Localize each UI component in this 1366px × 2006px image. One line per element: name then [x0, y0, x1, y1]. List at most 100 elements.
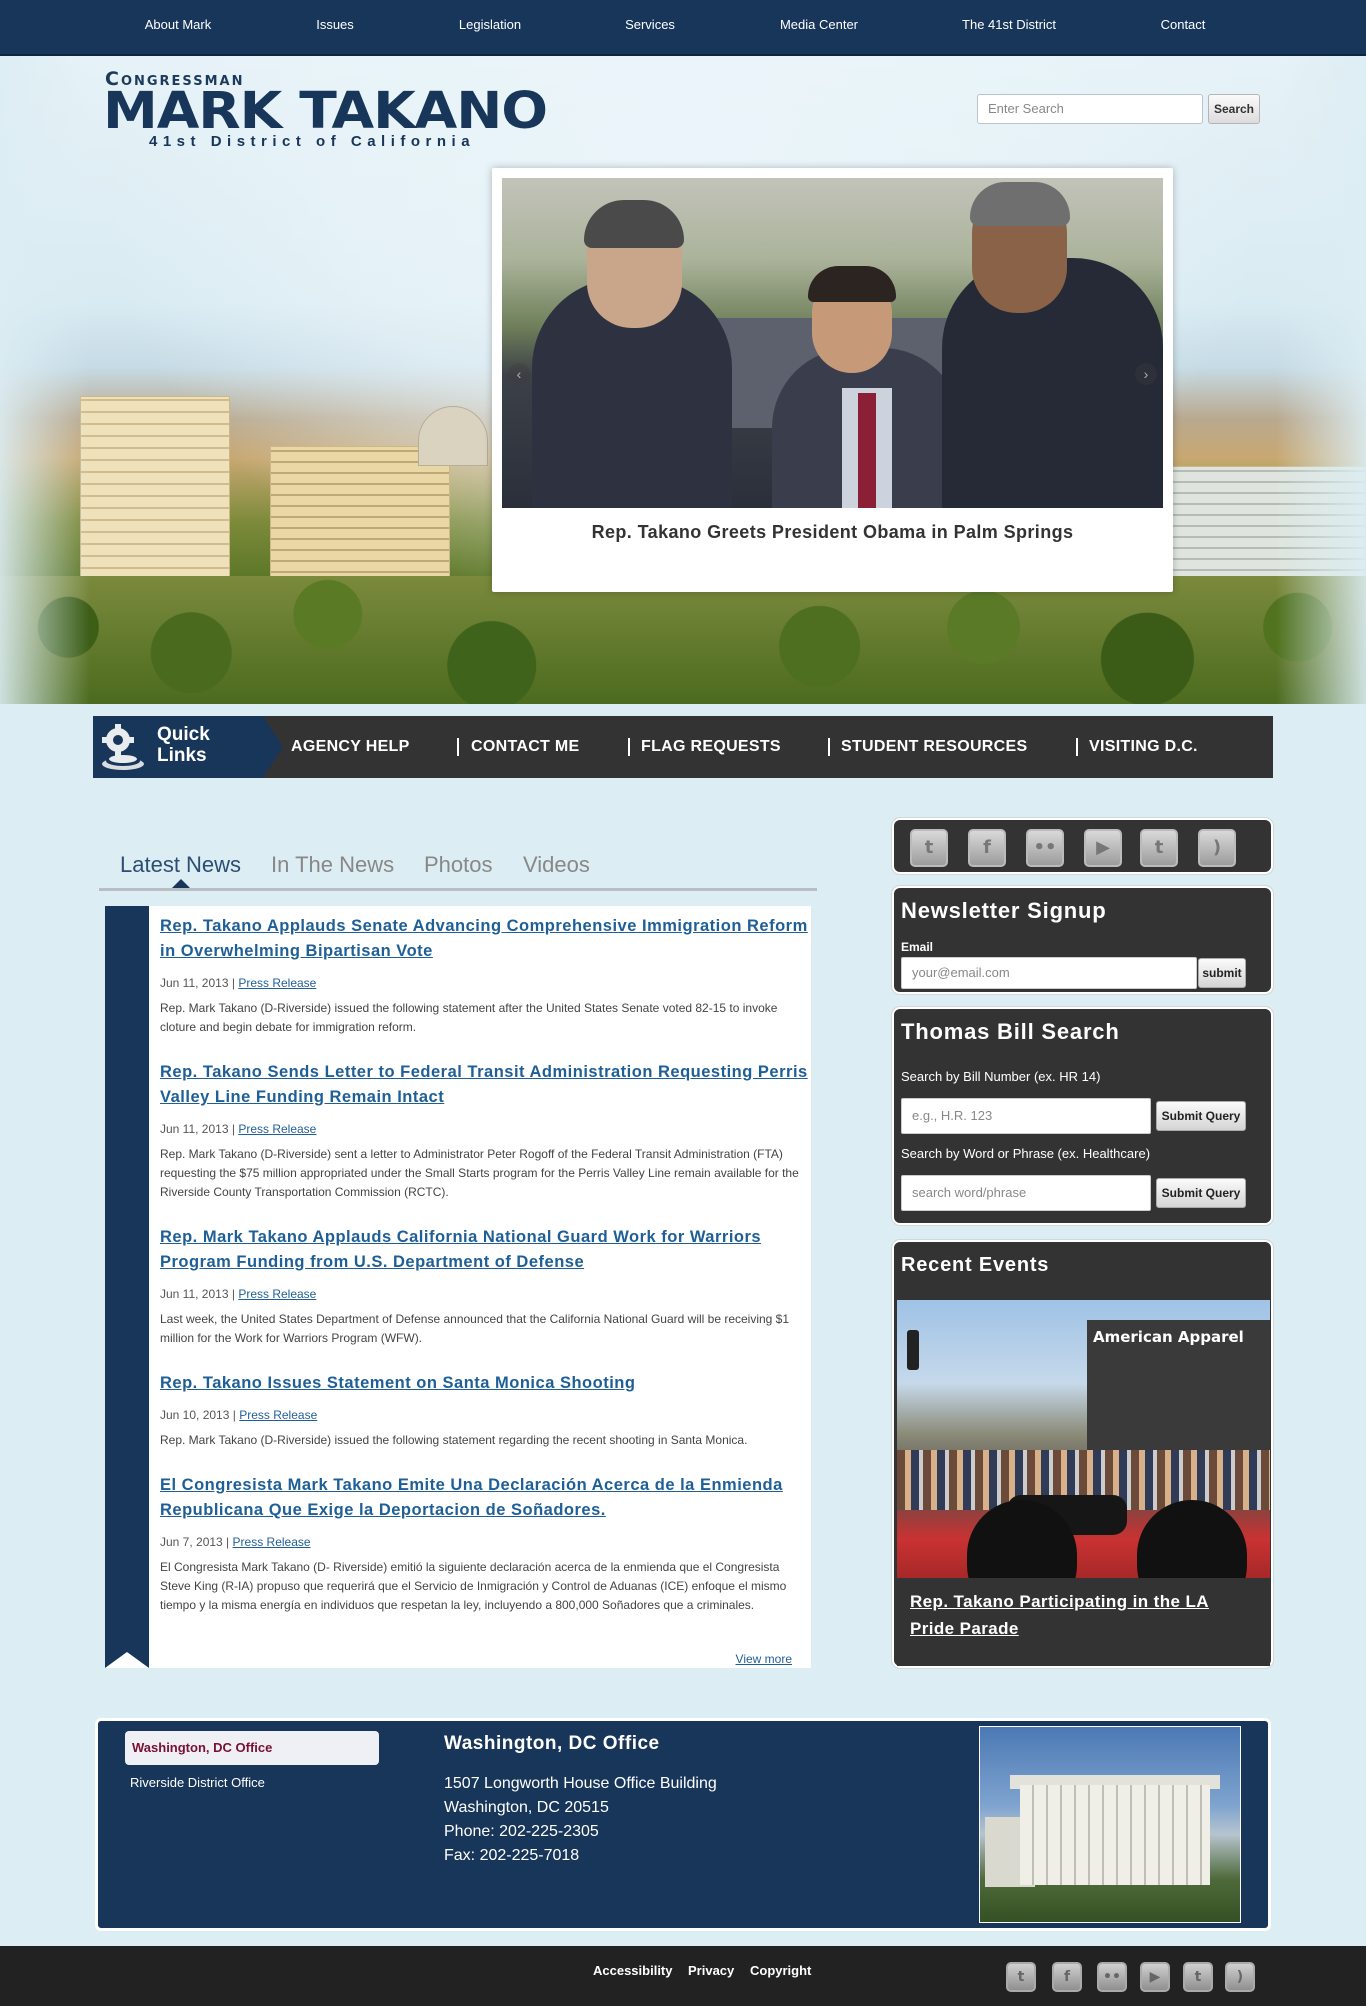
- search-input[interactable]: Enter Search: [977, 94, 1203, 124]
- tabs-underline: [99, 888, 817, 891]
- tab-photos[interactable]: Photos: [424, 852, 493, 878]
- word-phrase-submit-button[interactable]: Submit Query: [1156, 1178, 1246, 1208]
- bill-number-submit-button[interactable]: Submit Query: [1156, 1101, 1246, 1131]
- news-title-link[interactable]: El Congresista Mark Takano Emite Una Dec…: [160, 1473, 810, 1523]
- event-caption: Rep. Takano Participating in the LA Prid…: [897, 1578, 1270, 1666]
- nav-media-center[interactable]: Media Center: [780, 0, 858, 50]
- news-item: El Congresista Mark Takano Emite Una Dec…: [160, 1473, 810, 1615]
- slide-photo[interactable]: ‹ ›: [502, 178, 1163, 508]
- news-date: Jun 7, 2013: [160, 1535, 223, 1549]
- footer-accessibility-link[interactable]: Accessibility: [593, 1963, 673, 1978]
- photo-hair: [970, 182, 1070, 226]
- flickr-icon[interactable]: ••: [1097, 1962, 1127, 1992]
- news-summary: Rep. Mark Takano (D-Riverside) sent a le…: [160, 1147, 799, 1199]
- news-title-link[interactable]: Rep. Takano Applauds Senate Advancing Co…: [160, 914, 810, 964]
- email-field[interactable]: your@email.com: [901, 957, 1197, 989]
- news-category-link[interactable]: Press Release: [233, 1535, 311, 1549]
- hero-fade-left: [0, 56, 90, 704]
- quick-link-visiting-dc[interactable]: VISITING D.C.: [1089, 716, 1198, 778]
- news-summary: El Congresista Mark Takano (D- Riverside…: [160, 1560, 787, 1612]
- nav-about-mark[interactable]: About Mark: [145, 0, 211, 50]
- news-category-link[interactable]: Press Release: [238, 1122, 316, 1136]
- news-title-link[interactable]: Rep. Mark Takano Applauds California Nat…: [160, 1225, 810, 1275]
- quick-links-bar: Quick Links AGENCY HELP CONTACT ME FLAG …: [93, 716, 1273, 778]
- nav-issues[interactable]: Issues: [316, 0, 354, 50]
- office-building-photo: [979, 1726, 1241, 1923]
- word-phrase-input[interactable]: search word/phrase: [901, 1175, 1151, 1211]
- news-category-link[interactable]: Press Release: [238, 976, 316, 990]
- gear-icon: [102, 724, 144, 770]
- photo-building: [1020, 1785, 1210, 1885]
- facebook-icon[interactable]: f: [968, 829, 1006, 867]
- chevron-right-icon[interactable]: ›: [1135, 363, 1157, 385]
- quick-links-tab: Quick Links: [93, 716, 283, 778]
- photo-hair: [808, 266, 896, 302]
- divider: [628, 738, 630, 756]
- news-tabs: Latest News In The News Photos Videos: [99, 838, 817, 892]
- rss-icon[interactable]: ): [1225, 1962, 1255, 1992]
- thomas-bill-search-box: Thomas Bill Search Search by Bill Number…: [892, 1007, 1273, 1225]
- site-logo[interactable]: Congressman MARK TAKANO 41st District of…: [103, 68, 548, 158]
- view-more-link[interactable]: View more: [736, 1652, 792, 1666]
- quick-link-agency-help[interactable]: AGENCY HELP: [291, 716, 410, 778]
- newsletter-box: Newsletter Signup Email your@email.com s…: [892, 886, 1273, 994]
- hero-fade-right: [1276, 56, 1366, 704]
- newsletter-submit-button[interactable]: submit: [1198, 958, 1246, 988]
- quick-link-student-resources[interactable]: STUDENT RESOURCES: [841, 716, 1027, 778]
- news-panel: Rep. Takano Applauds Senate Advancing Co…: [105, 906, 811, 1668]
- photo-traffic-light: [907, 1330, 919, 1370]
- recent-events-title: Recent Events: [901, 1254, 1050, 1276]
- youtube-icon[interactable]: ▶: [1140, 1962, 1170, 1992]
- rss-icon[interactable]: ): [1198, 829, 1236, 867]
- tumblr-icon[interactable]: t: [1183, 1962, 1213, 1992]
- office-tab-riverside[interactable]: Riverside District Office: [130, 1775, 265, 1790]
- news-title-link[interactable]: Rep. Takano Sends Letter to Federal Tran…: [160, 1060, 810, 1110]
- quick-links-title: Quick Links: [157, 724, 210, 766]
- quick-link-flag-requests[interactable]: FLAG REQUESTS: [641, 716, 781, 778]
- news-item: Rep. Takano Applauds Senate Advancing Co…: [160, 914, 810, 1037]
- news-meta: Jun 11, 2013 | Press Release: [160, 1122, 317, 1136]
- nav-contact[interactable]: Contact: [1161, 0, 1206, 50]
- flickr-icon[interactable]: ••: [1026, 829, 1064, 867]
- photo-store-sign: American Apparel: [1093, 1328, 1244, 1346]
- chevron-left-icon[interactable]: ‹: [508, 363, 530, 385]
- news-date: Jun 11, 2013: [160, 1122, 229, 1136]
- photo-hair: [584, 200, 684, 248]
- tab-latest-news[interactable]: Latest News: [120, 852, 241, 878]
- news-ribbon: [105, 906, 149, 1668]
- quick-link-contact-me[interactable]: CONTACT ME: [471, 716, 579, 778]
- bill-number-input[interactable]: e.g., H.R. 123: [901, 1098, 1151, 1134]
- tumblr-icon[interactable]: t: [1140, 829, 1178, 867]
- quick-links-title-line: Quick: [157, 724, 210, 745]
- tab-in-the-news[interactable]: In The News: [271, 852, 394, 878]
- footer-copyright-link[interactable]: Copyright: [750, 1963, 811, 1978]
- news-title-link[interactable]: Rep. Takano Issues Statement on Santa Mo…: [160, 1371, 810, 1396]
- quick-links-title-line: Links: [157, 745, 207, 766]
- twitter-icon[interactable]: t: [1006, 1962, 1036, 1992]
- facebook-icon[interactable]: f: [1052, 1962, 1082, 1992]
- active-tab-pointer: [172, 879, 190, 888]
- search-button[interactable]: Search: [1208, 94, 1260, 124]
- nav-41st-district[interactable]: The 41st District: [962, 0, 1056, 50]
- tab-videos[interactable]: Videos: [523, 852, 590, 878]
- thomas-title: Thomas Bill Search: [901, 1019, 1120, 1044]
- office-tab-washington[interactable]: Washington, DC Office: [125, 1731, 379, 1765]
- news-category-link[interactable]: Press Release: [239, 1408, 317, 1422]
- news-date: Jun 11, 2013: [160, 1287, 229, 1301]
- news-category-link[interactable]: Press Release: [238, 1287, 316, 1301]
- news-summary: Rep. Mark Takano (D-Riverside) issued th…: [160, 1433, 748, 1447]
- office-phone: Phone: 202-225-2305: [444, 1823, 599, 1840]
- twitter-icon[interactable]: t: [910, 829, 948, 867]
- news-meta: Jun 11, 2013 | Press Release: [160, 1287, 317, 1301]
- photo-tie: [858, 393, 876, 508]
- nav-legislation[interactable]: Legislation: [459, 0, 521, 50]
- nav-services[interactable]: Services: [625, 0, 675, 50]
- word-phrase-label: Search by Word or Phrase (ex. Healthcare…: [901, 1146, 1151, 1161]
- office-title: Washington, DC Office: [444, 1733, 660, 1754]
- event-caption-link[interactable]: Rep. Takano Participating in the LA Prid…: [910, 1588, 1250, 1642]
- news-date: Jun 11, 2013: [160, 976, 229, 990]
- footer-privacy-link[interactable]: Privacy: [688, 1963, 734, 1978]
- slide-caption[interactable]: Rep. Takano Greets President Obama in Pa…: [492, 522, 1173, 543]
- youtube-icon[interactable]: ▶: [1084, 829, 1122, 867]
- event-photo[interactable]: American Apparel: [897, 1300, 1270, 1578]
